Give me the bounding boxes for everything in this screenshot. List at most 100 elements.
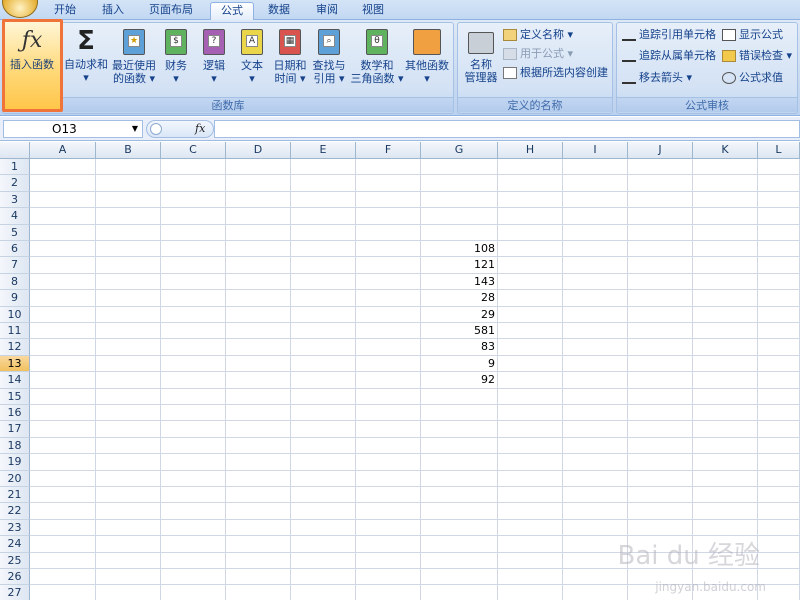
gridline-row — [30, 322, 800, 323]
row-header-18[interactable]: 18 — [0, 437, 30, 455]
tab-insert[interactable]: 插入 — [96, 2, 130, 20]
show-formulas-button[interactable]: 显示公式 — [722, 26, 783, 44]
chevron-down-icon[interactable]: ▼ — [132, 121, 138, 137]
row-header-26[interactable]: 26 — [0, 569, 30, 586]
lookup-reference-button[interactable]: ⌕ 查找与 引用 ▾ — [308, 26, 350, 96]
gridline-column — [160, 159, 161, 600]
tab-data[interactable]: 数据 — [262, 2, 296, 20]
tab-page-layout[interactable]: 页面布局 — [143, 2, 199, 20]
office-button[interactable] — [2, 0, 38, 18]
row-header-7[interactable]: 7 — [0, 257, 30, 274]
cell-g7[interactable]: 121 — [421, 257, 498, 273]
math-trig-button[interactable]: θ 数学和 三角函数 ▾ — [350, 26, 404, 96]
gridline-column — [757, 159, 758, 600]
row-header-19[interactable]: 19 — [0, 454, 30, 471]
row-header-13[interactable]: 13 — [0, 355, 30, 373]
gridline-row — [30, 469, 800, 471]
cell-g12[interactable]: 83 — [421, 339, 498, 355]
column-header-e[interactable]: E — [291, 142, 356, 159]
row-header-15[interactable]: 15 — [0, 388, 30, 405]
evaluate-formula-button[interactable]: 公式求值 — [722, 69, 783, 87]
cell-g8[interactable]: 143 — [421, 274, 498, 290]
column-header-a[interactable]: A — [30, 142, 96, 159]
remove-arrows-button[interactable]: 移去箭头 ▾ — [622, 69, 692, 87]
date-time-button[interactable]: ▦ 日期和 时间 ▾ — [268, 26, 312, 96]
tab-review[interactable]: 审阅 — [310, 2, 344, 20]
row-header-4[interactable]: 4 — [0, 208, 30, 225]
column-header-i[interactable]: I — [563, 142, 628, 159]
row-header-1[interactable]: 1 — [0, 159, 30, 176]
financial-button[interactable]: $ 财务 ▾ — [156, 26, 196, 96]
row-header-3[interactable]: 3 — [0, 191, 30, 209]
row-header-21[interactable]: 21 — [0, 487, 30, 504]
row-header-9[interactable]: 9 — [0, 290, 30, 307]
gridline-row — [30, 354, 800, 356]
row-header-25[interactable]: 25 — [0, 552, 30, 569]
tab-view[interactable]: 视图 — [356, 2, 390, 20]
row-header-17[interactable]: 17 — [0, 421, 30, 438]
error-checking-button[interactable]: 错误检查 ▾ — [722, 47, 792, 65]
column-header-g[interactable]: G — [421, 142, 498, 159]
insert-function-button[interactable]: ƒx 插入函数 — [7, 26, 57, 96]
cell-g9[interactable]: 28 — [421, 290, 498, 306]
row-header-5[interactable]: 5 — [0, 224, 30, 241]
cell-g6[interactable]: 108 — [421, 241, 498, 257]
define-name-button[interactable]: 定义名称 ▾ — [503, 26, 573, 44]
column-header-l[interactable]: L — [758, 142, 800, 159]
column-header-c[interactable]: C — [161, 142, 226, 159]
name-box[interactable]: O13 ▼ — [3, 120, 143, 138]
select-all-corner[interactable] — [0, 142, 30, 159]
gridline-row — [30, 240, 800, 241]
create-from-selection-button[interactable]: 根据所选内容创建 — [503, 64, 608, 82]
column-header-h[interactable]: H — [498, 142, 563, 159]
cell-g10[interactable]: 29 — [421, 307, 498, 323]
column-header-k[interactable]: K — [693, 142, 758, 159]
more-functions-button[interactable]: 其他函数 ▾ — [402, 26, 452, 96]
row-header-27[interactable]: 27 — [0, 585, 30, 600]
row-header-10[interactable]: 10 — [0, 306, 30, 323]
autosum-button[interactable]: Σ 自动求和 ▾ — [62, 26, 110, 96]
row-header-6[interactable]: 6 — [0, 241, 30, 258]
row-header-23[interactable]: 23 — [0, 519, 30, 537]
row-header-8[interactable]: 8 — [0, 273, 30, 291]
formula-input[interactable] — [214, 120, 800, 138]
cell-g14[interactable]: 92 — [421, 372, 498, 388]
trace-precedents-button[interactable]: 追踪引用单元格 — [622, 26, 716, 44]
row-header-14[interactable]: 14 — [0, 372, 30, 389]
row-header-24[interactable]: 24 — [0, 536, 30, 553]
grid-icon — [503, 67, 517, 79]
insert-function-fx-icon[interactable]: fx — [195, 122, 205, 135]
evaluate-icon — [722, 72, 736, 84]
column-header-j[interactable]: J — [628, 142, 693, 159]
trace-dependents-button[interactable]: 追踪从属单元格 — [622, 47, 716, 65]
cell-g11[interactable]: 581 — [421, 323, 498, 339]
recently-used-button[interactable]: ★ 最近使用 的函数 ▾ — [110, 26, 158, 96]
row-header-20[interactable]: 20 — [0, 470, 30, 487]
gridline-column — [692, 159, 693, 600]
text-button[interactable]: A 文本 ▾ — [234, 26, 270, 96]
cell-g13[interactable]: 9 — [421, 356, 498, 372]
row-header-11[interactable]: 11 — [0, 323, 30, 340]
warning-icon — [722, 50, 736, 62]
gridline-row — [30, 486, 800, 487]
trace-arrow-icon — [622, 50, 636, 62]
gridline-row — [30, 436, 800, 438]
books-icon — [413, 29, 441, 55]
use-in-formula-button[interactable]: 用于公式 ▾ — [503, 45, 573, 63]
tab-formulas[interactable]: 公式 — [210, 2, 254, 20]
name-manager-button[interactable]: 名称 管理器 — [460, 26, 502, 96]
gridline-row — [30, 420, 800, 422]
gridline-column — [562, 159, 563, 600]
gridline-row — [30, 256, 800, 258]
column-header-d[interactable]: D — [226, 142, 291, 159]
fx-icon: ƒx — [21, 28, 43, 53]
row-header-12[interactable]: 12 — [0, 339, 30, 356]
tab-home[interactable]: 开始 — [48, 2, 82, 20]
column-header-b[interactable]: B — [96, 142, 161, 159]
column-header-f[interactable]: F — [356, 142, 421, 159]
logical-button[interactable]: ? 逻辑 ▾ — [196, 26, 232, 96]
worksheet-grid[interactable]: ABCDEFGHIJKL 1 2 3 4 5 6 7 8 9 10 11 12 13 14 15 16 17 18… — [0, 142, 800, 600]
row-header-2[interactable]: 2 — [0, 175, 30, 192]
row-header-22[interactable]: 22 — [0, 503, 30, 520]
row-header-16[interactable]: 16 — [0, 405, 30, 422]
